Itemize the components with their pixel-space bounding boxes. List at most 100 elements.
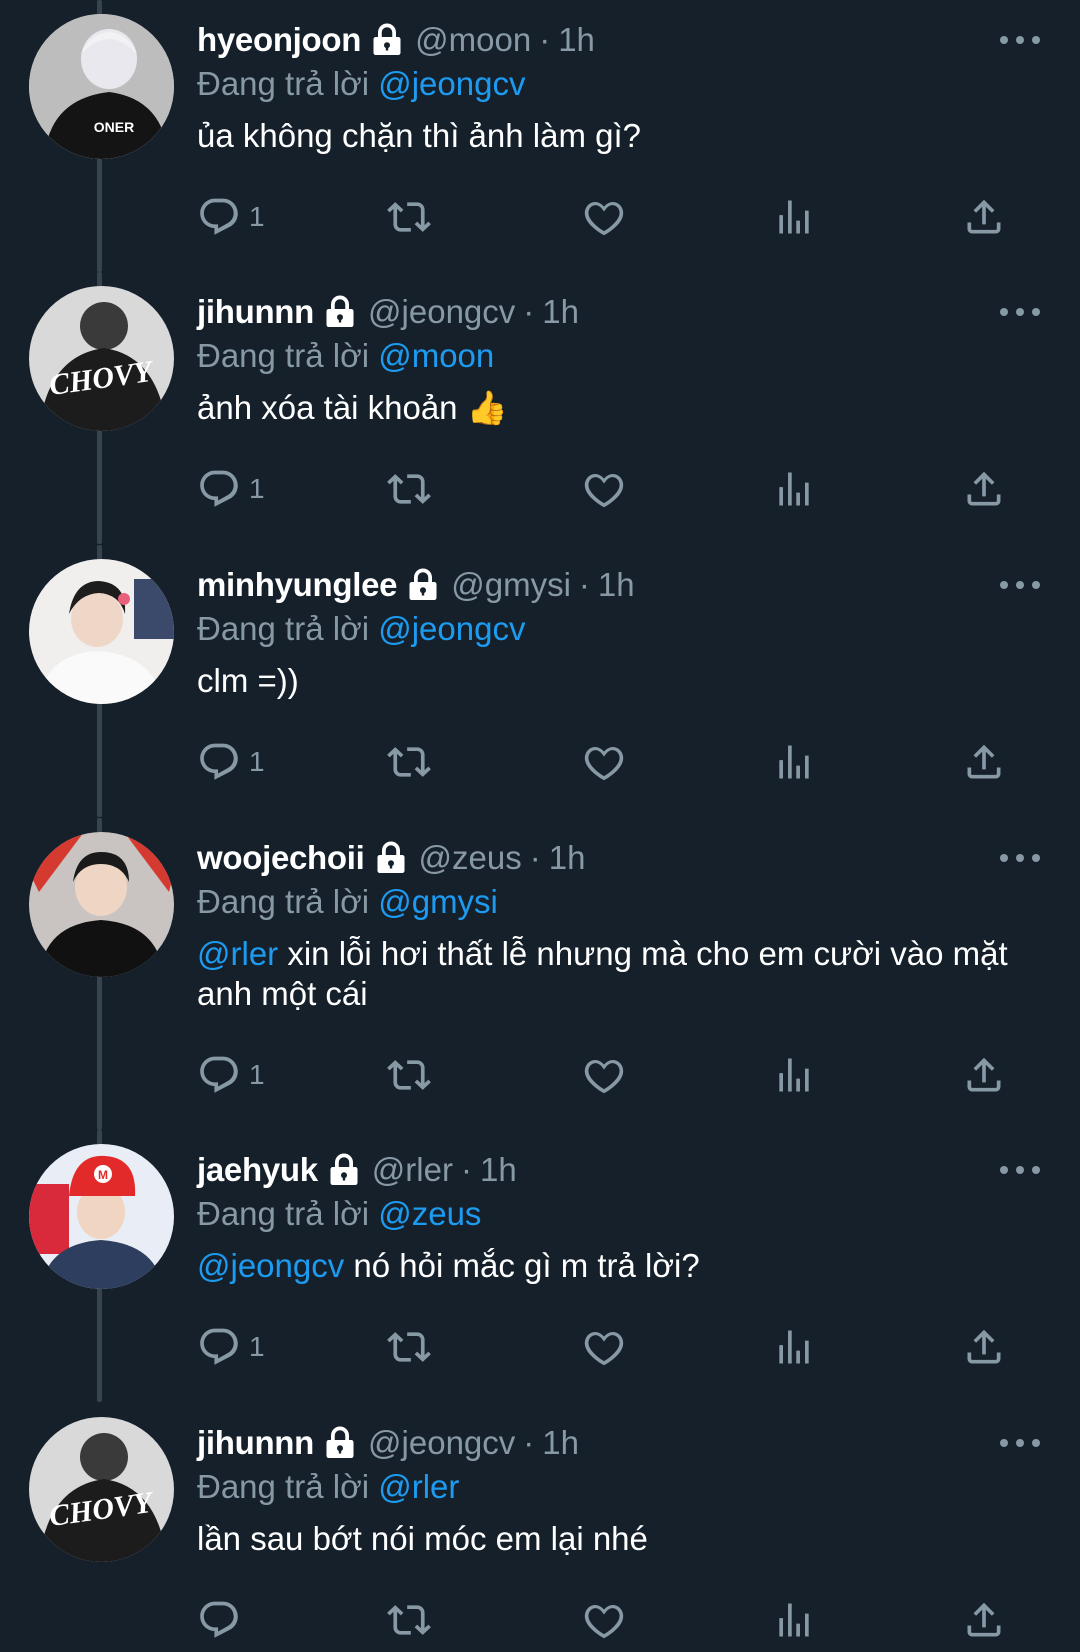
user-handle[interactable]: @rler	[372, 1148, 453, 1192]
replying-to-mention[interactable]: @rler	[378, 1468, 459, 1505]
share-button[interactable]	[962, 737, 1006, 787]
timestamp[interactable]: 1h	[542, 290, 579, 334]
views-button[interactable]	[772, 737, 816, 787]
user-handle[interactable]: @moon	[415, 18, 531, 62]
avatar[interactable]	[29, 559, 174, 704]
reply-thread: ONER hyeonjoon @moon · 1h Đang trả lời @…	[0, 0, 1080, 1652]
replying-to-mention[interactable]: @zeus	[378, 1195, 481, 1232]
like-button[interactable]	[582, 192, 626, 242]
like-button[interactable]	[582, 1050, 626, 1100]
tweet[interactable]: CHOVY jihunnn @jeongcv · 1h Đang trả lời…	[0, 1403, 1080, 1652]
replying-prefix: Đang trả lời	[197, 65, 370, 102]
tweet[interactable]: ONER hyeonjoon @moon · 1h Đang trả lời @…	[0, 0, 1080, 272]
reply-icon	[200, 1056, 238, 1093]
like-button[interactable]	[582, 1595, 626, 1645]
avatar[interactable]: CHOVY	[29, 286, 174, 431]
views-button[interactable]	[772, 192, 816, 242]
separator: ·	[529, 839, 541, 876]
replying-to-mention[interactable]: @gmysi	[378, 883, 498, 920]
retweet-button[interactable]	[387, 464, 431, 514]
display-name[interactable]: minhyunglee	[197, 563, 398, 607]
tweet[interactable]: M jaehyuk @rler · 1h Đang trả lời @zeus …	[0, 1130, 1080, 1402]
share-icon	[967, 199, 1001, 234]
more-icon[interactable]	[1000, 1152, 1040, 1188]
timestamp[interactable]: 1h	[598, 563, 635, 607]
timestamp[interactable]: 1h	[558, 18, 595, 62]
replying-to: Đang trả lời @jeongcv	[197, 62, 525, 106]
body-text: clm =))	[197, 662, 299, 699]
replying-to-mention[interactable]: @jeongcv	[378, 65, 525, 102]
tweet[interactable]: minhyunglee @gmysi · 1h Đang trả lời @je…	[0, 545, 1080, 817]
like-button[interactable]	[582, 737, 626, 787]
share-button[interactable]	[962, 1595, 1006, 1645]
reply-button[interactable]: 1	[197, 192, 265, 242]
separator: ·	[523, 293, 535, 330]
avatar[interactable]: ONER	[29, 14, 174, 159]
like-icon	[584, 747, 624, 781]
lock-icon	[322, 294, 358, 330]
replying-prefix: Đang trả lời	[197, 337, 370, 374]
avatar[interactable]: M	[29, 1144, 174, 1289]
action-bar: 1	[197, 192, 1017, 242]
replying-prefix: Đang trả lời	[197, 883, 370, 920]
body-mention[interactable]: @jeongcv	[197, 1247, 344, 1284]
replying-prefix: Đang trả lời	[197, 1195, 370, 1232]
avatar[interactable]	[29, 832, 174, 977]
display-name[interactable]: hyeonjoon	[197, 18, 361, 62]
reply-button[interactable]: 1	[197, 1050, 265, 1100]
share-button[interactable]	[962, 192, 1006, 242]
retweet-button[interactable]	[387, 737, 431, 787]
more-icon[interactable]	[1000, 1425, 1040, 1461]
replying-to-mention[interactable]: @jeongcv	[378, 610, 525, 647]
display-name[interactable]: jaehyuk	[197, 1148, 318, 1192]
views-button[interactable]	[772, 1050, 816, 1100]
share-icon	[967, 1602, 1001, 1637]
replying-to: Đang trả lời @jeongcv	[197, 607, 525, 651]
views-button[interactable]	[772, 1595, 816, 1645]
user-handle[interactable]: @jeongcv	[368, 290, 515, 334]
timestamp[interactable]: 1h	[549, 836, 586, 880]
views-icon	[779, 745, 809, 779]
views-button[interactable]	[772, 464, 816, 514]
timestamp[interactable]: 1h	[480, 1148, 517, 1192]
more-icon[interactable]	[1000, 294, 1040, 330]
retweet-button[interactable]	[387, 192, 431, 242]
views-button[interactable]	[772, 1322, 816, 1372]
retweet-button[interactable]	[387, 1595, 431, 1645]
share-button[interactable]	[962, 1322, 1006, 1372]
user-handle[interactable]: @zeus	[419, 836, 522, 880]
more-icon[interactable]	[1000, 840, 1040, 876]
reply-button[interactable]: 1	[197, 1322, 265, 1372]
user-handle[interactable]: @jeongcv	[368, 1421, 515, 1465]
share-button[interactable]	[962, 464, 1006, 514]
like-button[interactable]	[582, 464, 626, 514]
more-icon[interactable]	[1000, 567, 1040, 603]
svg-text:M: M	[98, 1168, 108, 1182]
timestamp[interactable]: 1h	[542, 1421, 579, 1465]
retweet-button[interactable]	[387, 1050, 431, 1100]
retweet-button[interactable]	[387, 1322, 431, 1372]
lock-icon	[373, 840, 409, 876]
tweet[interactable]: woojechoii @zeus · 1h Đang trả lời @gmys…	[0, 818, 1080, 1130]
replying-to-mention[interactable]: @moon	[378, 337, 494, 374]
body-mention[interactable]: @rler	[197, 935, 278, 972]
replying-to: Đang trả lời @gmysi	[197, 880, 498, 924]
separator: ·	[578, 566, 590, 603]
display-name[interactable]: jihunnn	[197, 290, 314, 334]
like-button[interactable]	[582, 1322, 626, 1372]
display-name[interactable]: jihunnn	[197, 1421, 314, 1465]
like-icon	[584, 1605, 624, 1639]
retweet-icon	[387, 1605, 431, 1635]
display-name[interactable]: woojechoii	[197, 836, 365, 880]
user-handle[interactable]: @gmysi	[451, 563, 571, 607]
more-icon[interactable]	[1000, 22, 1040, 58]
reply-button[interactable]: 1	[197, 464, 265, 514]
views-icon	[779, 1603, 809, 1637]
tweet[interactable]: CHOVY jihunnn @jeongcv · 1h Đang trả lời…	[0, 272, 1080, 544]
replying-to: Đang trả lời @zeus	[197, 1192, 481, 1236]
avatar[interactable]: CHOVY	[29, 1417, 174, 1562]
reply-button[interactable]	[197, 1595, 249, 1645]
views-icon	[779, 1330, 809, 1364]
share-button[interactable]	[962, 1050, 1006, 1100]
reply-button[interactable]: 1	[197, 737, 265, 787]
